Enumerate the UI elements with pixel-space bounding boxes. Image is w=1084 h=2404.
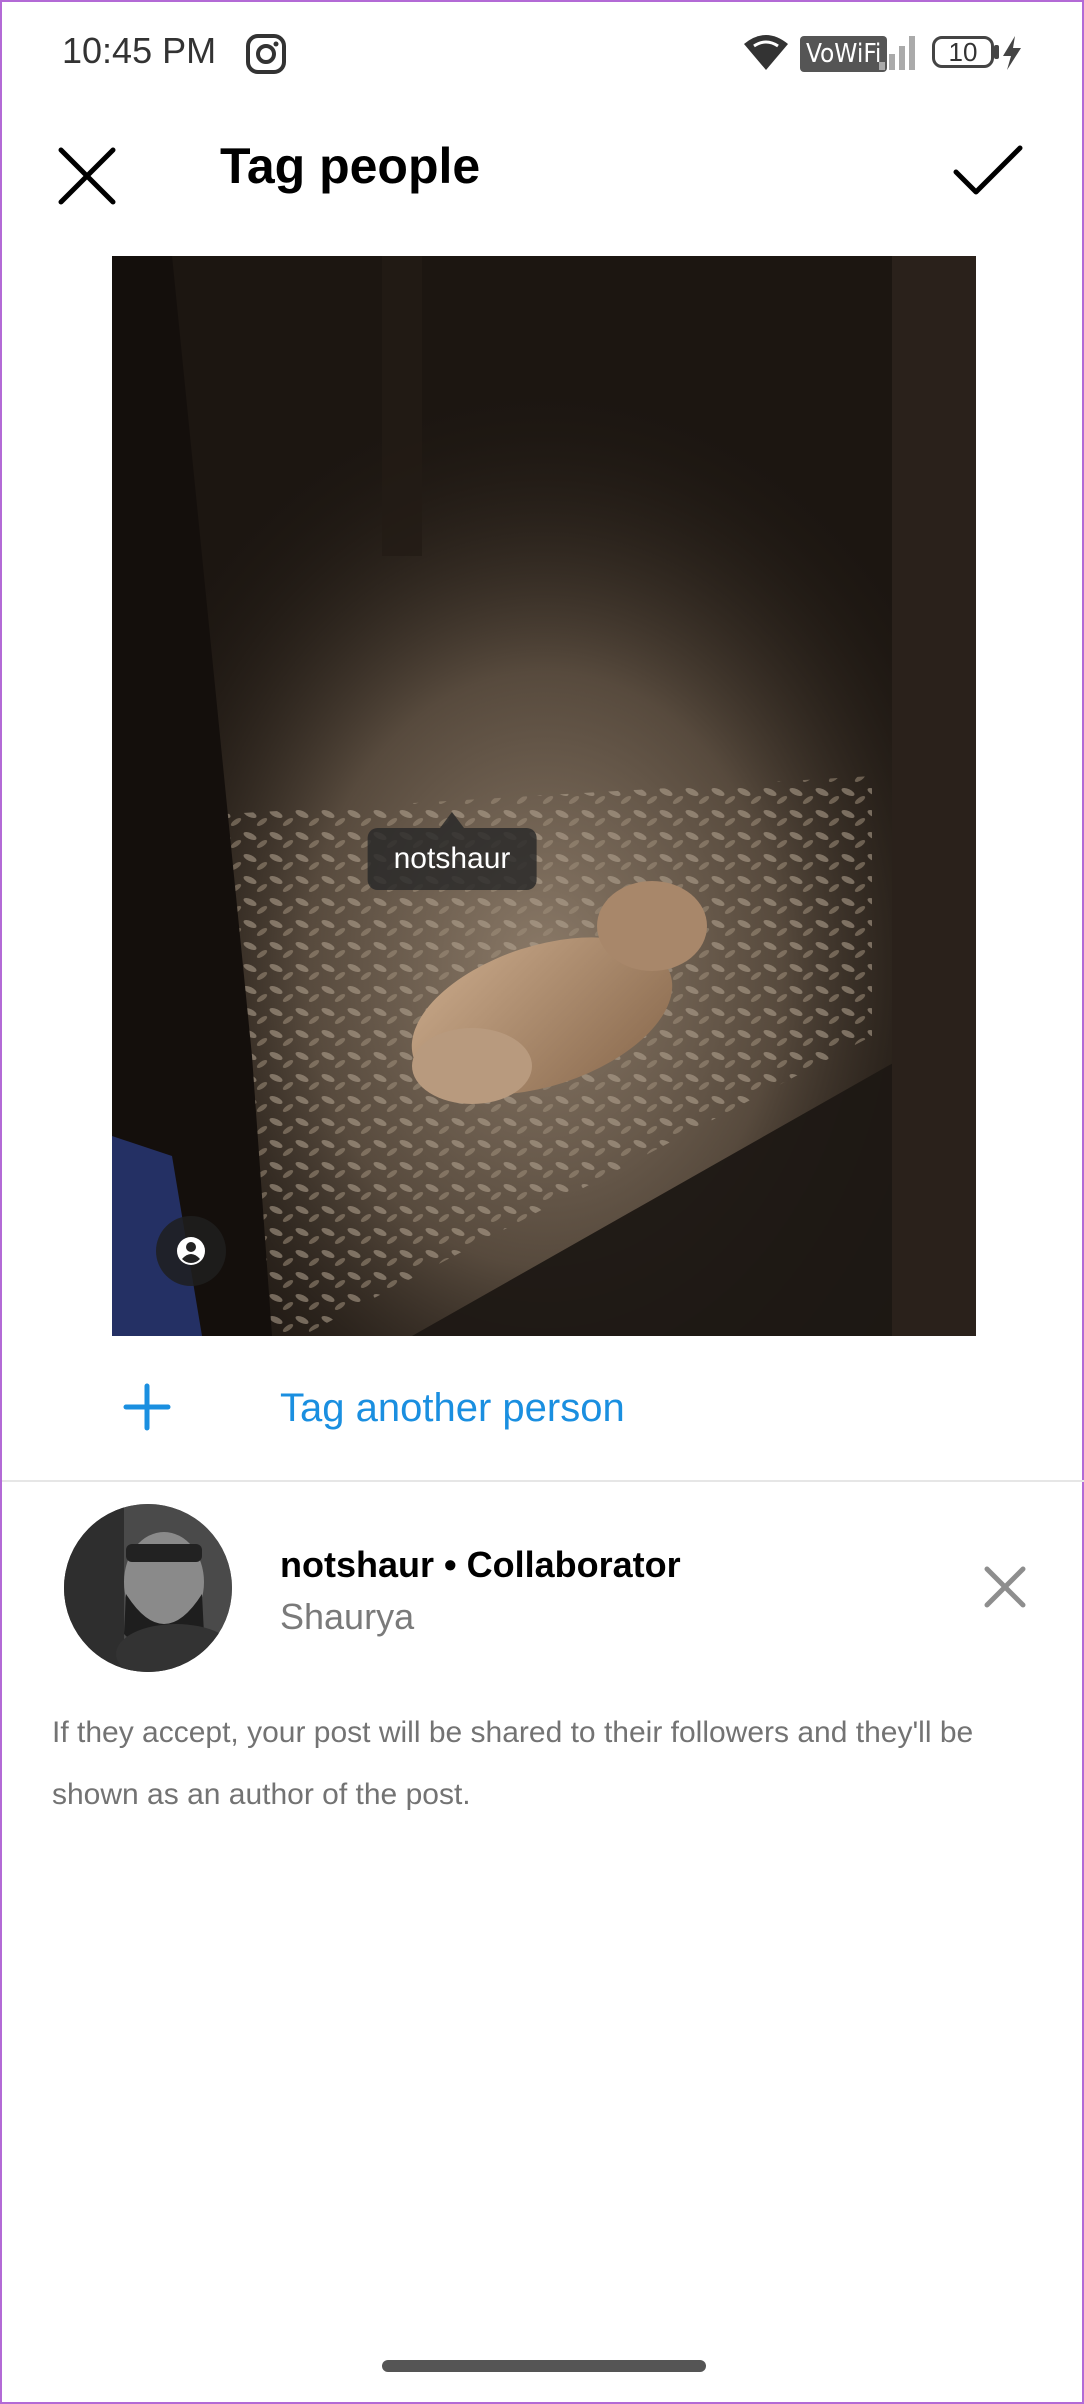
avatar[interactable] (64, 1504, 232, 1672)
signal-icon (879, 36, 915, 70)
divider (2, 1480, 1084, 1482)
status-time: 10:45 PM (62, 30, 217, 71)
tag-bubble-arrow (440, 812, 464, 828)
collaborator-info-text: If they accept, your post will be shared… (52, 1716, 974, 1811)
instagram-icon (246, 34, 286, 74)
wifi-icon (744, 35, 788, 70)
tagged-full-name: Shaurya (280, 1596, 415, 1637)
tag-bubble[interactable]: notshaur (367, 828, 537, 890)
photo-scene (112, 256, 976, 1336)
avatar-image (64, 1504, 232, 1672)
close-icon[interactable] (57, 146, 117, 206)
checkmark-icon[interactable] (952, 142, 1024, 202)
plus-icon[interactable] (122, 1382, 172, 1432)
battery-cap (994, 45, 999, 59)
remove-tag-icon[interactable] (982, 1564, 1028, 1610)
tagged-username: notshaur • Collaborator (280, 1544, 681, 1585)
vowifi-badge: VoWiFi (800, 36, 888, 72)
post-photo[interactable]: notshaur (112, 256, 976, 1336)
page-title: Tag people (220, 138, 481, 194)
charging-icon (1003, 36, 1021, 70)
home-indicator[interactable] (382, 2360, 706, 2372)
person-icon (177, 1237, 205, 1265)
battery-icon: 10 (932, 36, 994, 68)
tag-another-label[interactable]: Tag another person (280, 1386, 625, 1431)
tag-people-button[interactable] (156, 1216, 226, 1286)
